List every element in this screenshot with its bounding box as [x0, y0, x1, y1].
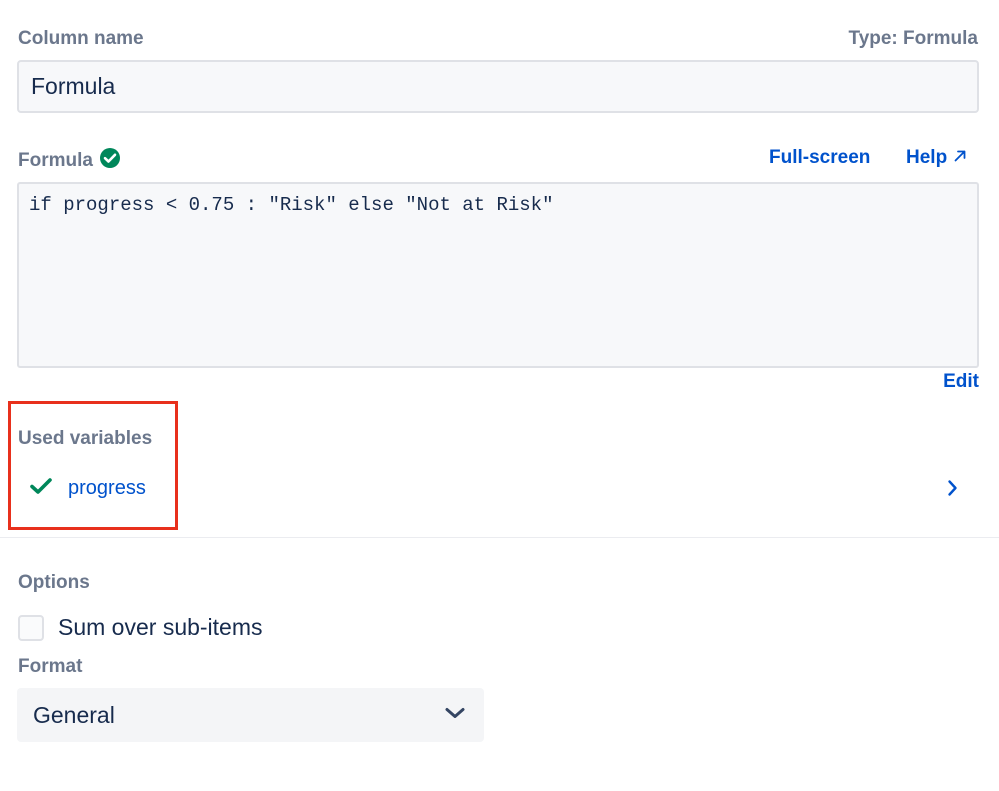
- edit-link[interactable]: Edit: [943, 371, 979, 393]
- options-label: Options: [18, 572, 90, 593]
- external-arrow-icon: [953, 147, 967, 169]
- check-circle-icon: [99, 147, 121, 175]
- help-link[interactable]: Help: [906, 147, 967, 169]
- variable-name: progress: [68, 477, 146, 499]
- formula-label-group: Formula: [18, 147, 121, 175]
- sum-over-sub-items-label: Sum over sub-items: [58, 614, 263, 640]
- fullscreen-link[interactable]: Full-screen: [769, 147, 870, 169]
- sum-over-sub-items-checkbox[interactable]: [18, 614, 44, 641]
- column-name-label: Column name: [18, 28, 144, 49]
- formula-label: Formula: [18, 150, 93, 171]
- help-link-label: Help: [906, 147, 948, 168]
- chevron-right-icon[interactable]: [947, 478, 959, 503]
- sum-over-sub-items-option[interactable]: Sum over sub-items: [18, 614, 263, 641]
- chevron-down-icon: [444, 706, 466, 725]
- format-selected-value: General: [33, 701, 115, 728]
- format-label: Format: [18, 656, 83, 677]
- variable-row-progress[interactable]: progress: [30, 477, 146, 500]
- column-type-label: Type: Formula: [848, 28, 979, 49]
- formula-editor[interactable]: if progress < 0.75 : "Risk" else "Not at…: [17, 182, 979, 368]
- used-variables-label: Used variables: [18, 428, 153, 449]
- section-divider: [0, 537, 999, 538]
- format-select[interactable]: General: [17, 688, 484, 742]
- column-name-input[interactable]: Formula: [17, 60, 979, 113]
- highlight-box: [8, 401, 178, 530]
- checkmark-icon: [30, 477, 52, 500]
